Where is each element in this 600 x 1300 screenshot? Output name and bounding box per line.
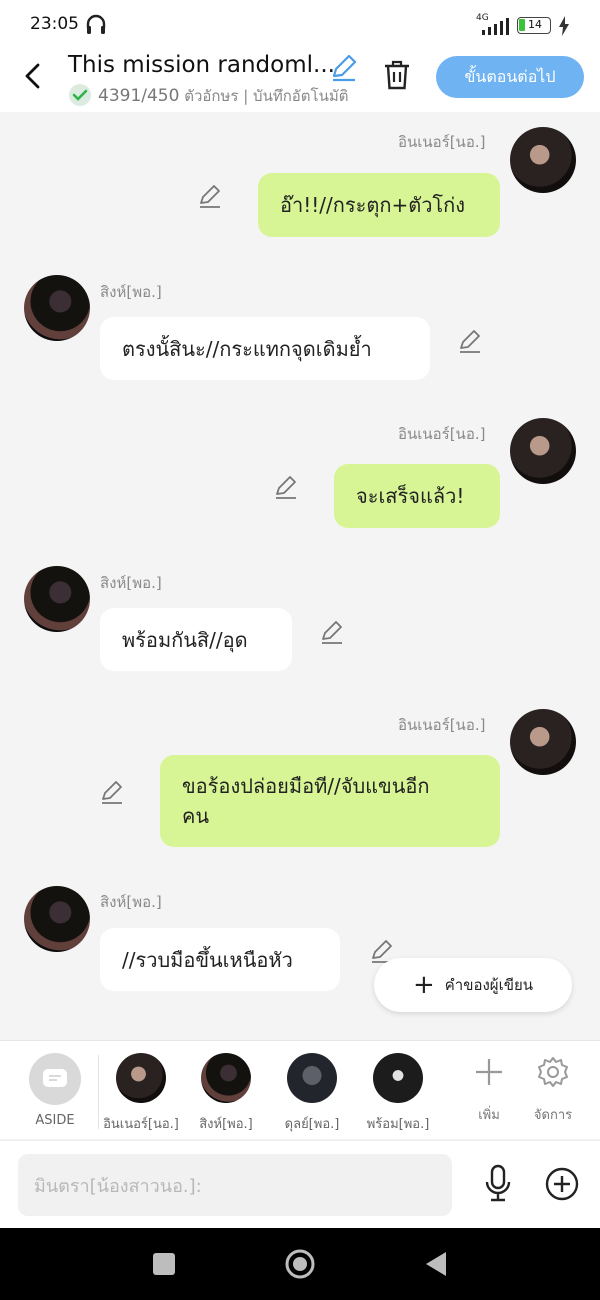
message-sender-name: สิงห์[พอ.] (100, 283, 162, 301)
add-circle-icon[interactable] (545, 1167, 579, 1201)
character-name[interactable]: ดุลย์[พอ.] (267, 1113, 357, 1134)
battery-icon: 14 (517, 17, 551, 34)
avatar[interactable] (510, 418, 576, 484)
pencil-icon[interactable] (320, 619, 346, 645)
home-button[interactable] (284, 1248, 316, 1280)
signal-icon (482, 18, 509, 35)
plus-icon: + (412, 970, 435, 1000)
autosave-label: บันทึกอัตโนมัติ (253, 87, 349, 105)
character-avatar[interactable] (201, 1053, 251, 1103)
message-text-line: คน (182, 804, 210, 828)
character-name[interactable]: สิงห์[พอ.] (181, 1113, 271, 1134)
header: This mission randoml... 4391/450 ตัวอักษ… (0, 50, 600, 112)
character-avatar[interactable] (287, 1053, 337, 1103)
back-button[interactable] (424, 1250, 448, 1278)
message-bubble[interactable]: พร้อมกันสิ//อุด (100, 608, 292, 671)
message-sender-name: อินเนอร์[นอ.] (398, 716, 486, 734)
char-unit: ตัวอักษร (184, 87, 239, 105)
check-icon (69, 84, 91, 106)
char-count: 4391/450 (98, 86, 180, 106)
message-sender-name: สิงห์[พอ.] (100, 574, 162, 592)
author-note-label: คำของผู้เขียน (444, 976, 534, 994)
status-bar: 23:05 4G 14 (0, 0, 600, 50)
story-title[interactable]: This mission randoml... (68, 52, 335, 78)
message-bubble[interactable]: อ๊า!!//กระตุก+ตัวโก่ง (258, 173, 500, 237)
aside-button[interactable] (29, 1053, 81, 1105)
trash-icon[interactable] (383, 60, 411, 90)
avatar[interactable] (510, 127, 576, 193)
battery-level: 14 (528, 18, 542, 31)
headphones-icon (86, 14, 106, 34)
pencil-icon[interactable] (458, 328, 484, 354)
pencil-icon[interactable] (274, 474, 300, 500)
char-count-info: 4391/450 ตัวอักษร | บันทึกอัตโนมัติ (98, 86, 349, 106)
back-arrow-icon[interactable] (22, 62, 44, 90)
edit-title-icon[interactable] (330, 54, 358, 82)
chat-icon (43, 1069, 67, 1087)
character-avatar[interactable] (373, 1053, 423, 1103)
add-icon[interactable] (474, 1057, 504, 1087)
character-name[interactable]: พร้อม[พอ.] (353, 1113, 443, 1134)
character-name[interactable]: อินเนอร์[นอ.] (96, 1113, 186, 1134)
message-sender-name: อินเนอร์[นอ.] (398, 133, 486, 151)
pencil-icon[interactable] (198, 183, 224, 209)
message-sender-name: อินเนอร์[นอ.] (398, 425, 486, 443)
character-avatar[interactable] (116, 1053, 166, 1103)
message-text-line: ขอร้องปล่อยมือที//จับแขนอีก (182, 774, 430, 798)
microphone-icon[interactable] (484, 1164, 512, 1204)
gear-icon[interactable] (537, 1056, 569, 1088)
message-sender-name: สิงห์[พอ.] (100, 893, 162, 911)
message-bubble[interactable]: ขอร้องปล่อยมือที//จับแขนอีก คน (160, 755, 500, 847)
message-bubble[interactable]: ตรงนั้สินะ//กระแทกจุดเดิมย้ำ (100, 317, 430, 380)
aside-label: ASIDE (35, 1113, 75, 1128)
charging-icon (559, 16, 569, 36)
message-input[interactable]: มินตรา[น้องสาวนอ.]: (18, 1154, 452, 1216)
avatar[interactable] (24, 275, 90, 341)
avatar[interactable] (24, 886, 90, 952)
status-time: 23:05 (30, 14, 79, 34)
avatar[interactable] (24, 566, 90, 632)
avatar[interactable] (510, 709, 576, 775)
manage-label[interactable]: จัดการ (508, 1104, 598, 1125)
author-note-button[interactable]: + คำของผู้เขียน (374, 958, 572, 1012)
input-bar: มินตรา[น้องสาวนอ.]: (0, 1140, 600, 1229)
recents-button[interactable] (153, 1253, 175, 1275)
character-bar: ASIDE อินเนอร์[นอ.] สิงห์[พอ.] ดุลย์[พอ.… (0, 1040, 600, 1139)
message-bubble[interactable]: //รวบมือขึ้นเหนือหัว (100, 928, 340, 991)
pencil-icon[interactable] (100, 779, 126, 805)
message-bubble[interactable]: จะเสร็จแล้ว! (334, 464, 500, 528)
system-nav-bar (0, 1228, 600, 1300)
next-step-button[interactable]: ขั้นตอนต่อไป (436, 56, 584, 98)
